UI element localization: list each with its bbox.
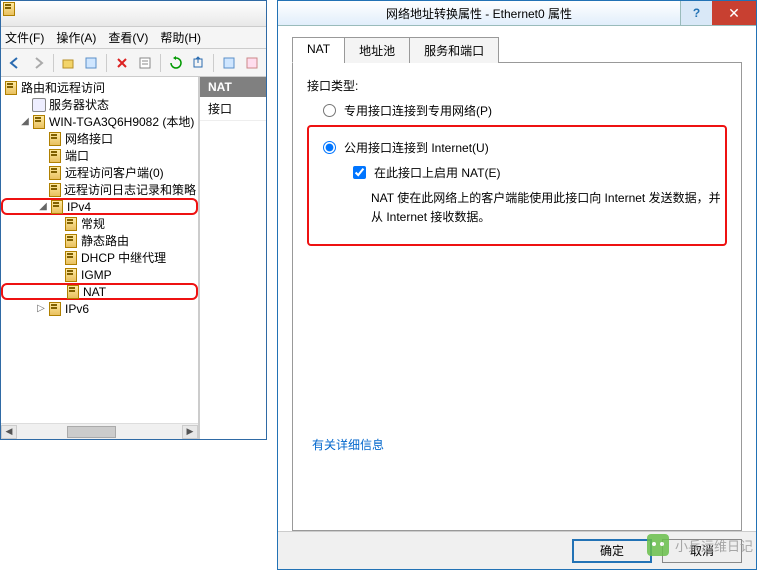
- scroll-left-icon[interactable]: ◀: [1, 425, 17, 439]
- tree-network-if[interactable]: 网络接口: [1, 130, 198, 147]
- tree-general[interactable]: 常规: [1, 215, 198, 232]
- toolbar: [1, 49, 266, 77]
- export-button[interactable]: [189, 53, 209, 73]
- tree-remote-log[interactable]: 远程访问日志记录和策略: [1, 181, 198, 198]
- tree-ipv4[interactable]: ◢IPv4: [1, 198, 198, 215]
- watermark-text: 小兵运维日记: [675, 536, 753, 555]
- radio-public[interactable]: [323, 141, 336, 154]
- tree-root[interactable]: 路由和远程访问: [1, 79, 198, 96]
- tab-content: 接口类型: 专用接口连接到专用网络(P) 公用接口连接到 Internet(U)…: [292, 63, 742, 531]
- radio-private-label: 专用接口连接到专用网络(P): [344, 102, 492, 119]
- tree-ports[interactable]: 端口: [1, 147, 198, 164]
- main-body: 路由和远程访问 服务器状态 ◢WIN-TGA3Q6H9082 (本地) 网络接口…: [1, 77, 266, 439]
- list-column-header[interactable]: 接口: [200, 97, 266, 121]
- menu-view[interactable]: 查看(V): [108, 29, 148, 46]
- tree-server-node[interactable]: ◢WIN-TGA3Q6H9082 (本地): [1, 113, 198, 130]
- server-icon: [63, 233, 79, 249]
- public-group-highlight: 公用接口连接到 Internet(U) 在此接口上启用 NAT(E) NAT 使…: [307, 125, 727, 245]
- properties-button[interactable]: [81, 53, 101, 73]
- server-icon: [47, 182, 62, 198]
- help-button[interactable]: ?: [680, 1, 712, 25]
- server-icon: [63, 216, 79, 232]
- tab-pool[interactable]: 地址池: [344, 37, 410, 63]
- forward-button[interactable]: [28, 53, 48, 73]
- expander-icon[interactable]: ◢: [37, 201, 49, 213]
- interface-type-label: 接口类型:: [307, 77, 727, 94]
- more-info-link[interactable]: 有关详细信息: [312, 436, 384, 453]
- server-icon: [47, 165, 63, 181]
- menu-help[interactable]: 帮助(H): [160, 29, 201, 46]
- radio-private-row[interactable]: 专用接口连接到专用网络(P): [323, 102, 727, 119]
- ok-button[interactable]: 确定: [572, 539, 652, 563]
- server-icon: [63, 267, 79, 283]
- tree: 路由和远程访问 服务器状态 ◢WIN-TGA3Q6H9082 (本地) 网络接口…: [1, 77, 198, 319]
- tree-server-status[interactable]: 服务器状态: [1, 96, 198, 113]
- expander-icon[interactable]: ◢: [19, 116, 31, 128]
- scroll-thumb[interactable]: [67, 426, 117, 438]
- checkbox-nat-label: 在此接口上启用 NAT(E): [374, 164, 500, 181]
- tree-static-route[interactable]: 静态路由: [1, 232, 198, 249]
- server-icon: [47, 131, 63, 147]
- tree-scrollbar[interactable]: ◀ ▶: [1, 423, 198, 439]
- up-button[interactable]: [59, 53, 79, 73]
- properties-dialog: 网络地址转换属性 - Ethernet0 属性 ? ✕ NAT 地址池 服务和端…: [277, 0, 757, 570]
- tabs: NAT 地址池 服务和端口: [292, 36, 742, 63]
- server-icon: [49, 199, 65, 215]
- scroll-right-icon[interactable]: ▶: [182, 425, 198, 439]
- props2-button[interactable]: [135, 53, 155, 73]
- dialog-titlebar[interactable]: 网络地址转换属性 - Ethernet0 属性 ? ✕: [278, 1, 756, 26]
- main-titlebar: [1, 1, 266, 27]
- close-button[interactable]: ✕: [712, 1, 756, 25]
- server-icon: [3, 80, 19, 96]
- tree-ipv6[interactable]: ▷IPv6: [1, 300, 198, 317]
- server-icon: [63, 250, 79, 266]
- server-icon: [31, 114, 47, 130]
- refresh-button[interactable]: [166, 53, 186, 73]
- scroll-track[interactable]: [17, 425, 182, 439]
- tree-dhcp-relay[interactable]: DHCP 中继代理: [1, 249, 198, 266]
- status-icon: [31, 97, 47, 113]
- server-icon: [65, 284, 81, 300]
- menu-action[interactable]: 操作(A): [56, 29, 96, 46]
- checkbox-nat-row[interactable]: 在此接口上启用 NAT(E): [353, 164, 721, 181]
- tab-nat[interactable]: NAT: [292, 37, 345, 63]
- tree-panel: 路由和远程访问 服务器状态 ◢WIN-TGA3Q6H9082 (本地) 网络接口…: [1, 77, 199, 439]
- checkbox-enable-nat[interactable]: [353, 166, 366, 179]
- dialog-body: NAT 地址池 服务和端口 接口类型: 专用接口连接到专用网络(P) 公用接口连…: [278, 26, 756, 531]
- watermark: 小兵运维日记: [647, 534, 753, 556]
- tree-remote-clients[interactable]: 远程访问客户端(0): [1, 164, 198, 181]
- list-panel: NAT 接口: [199, 77, 266, 439]
- wechat-icon: [647, 534, 669, 556]
- radio-public-label: 公用接口连接到 Internet(U): [344, 139, 489, 156]
- delete-button[interactable]: [112, 53, 132, 73]
- tab-services[interactable]: 服务和端口: [409, 37, 499, 63]
- menu-file[interactable]: 文件(F): [5, 29, 44, 46]
- dialog-title: 网络地址转换属性 - Ethernet0 属性: [278, 5, 680, 22]
- back-button[interactable]: [5, 53, 25, 73]
- tree-igmp[interactable]: IGMP: [1, 266, 198, 283]
- help2-button[interactable]: [242, 53, 262, 73]
- app-icon: [5, 6, 21, 22]
- nat-description: NAT 使在此网络上的客户端能使用此接口向 Internet 发送数据，并从 I…: [371, 189, 721, 227]
- radio-private[interactable]: [323, 104, 336, 117]
- server-icon: [47, 301, 63, 317]
- expander-icon[interactable]: ▷: [35, 303, 47, 315]
- main-window: 文件(F) 操作(A) 查看(V) 帮助(H) 路由和远程访问 服务器状态 ◢W…: [0, 0, 267, 440]
- list-header: NAT: [200, 77, 266, 97]
- radio-public-row[interactable]: 公用接口连接到 Internet(U): [323, 139, 721, 156]
- menubar: 文件(F) 操作(A) 查看(V) 帮助(H): [1, 27, 266, 49]
- help-button[interactable]: [219, 53, 239, 73]
- server-icon: [47, 148, 63, 164]
- tree-nat[interactable]: NAT: [1, 283, 198, 300]
